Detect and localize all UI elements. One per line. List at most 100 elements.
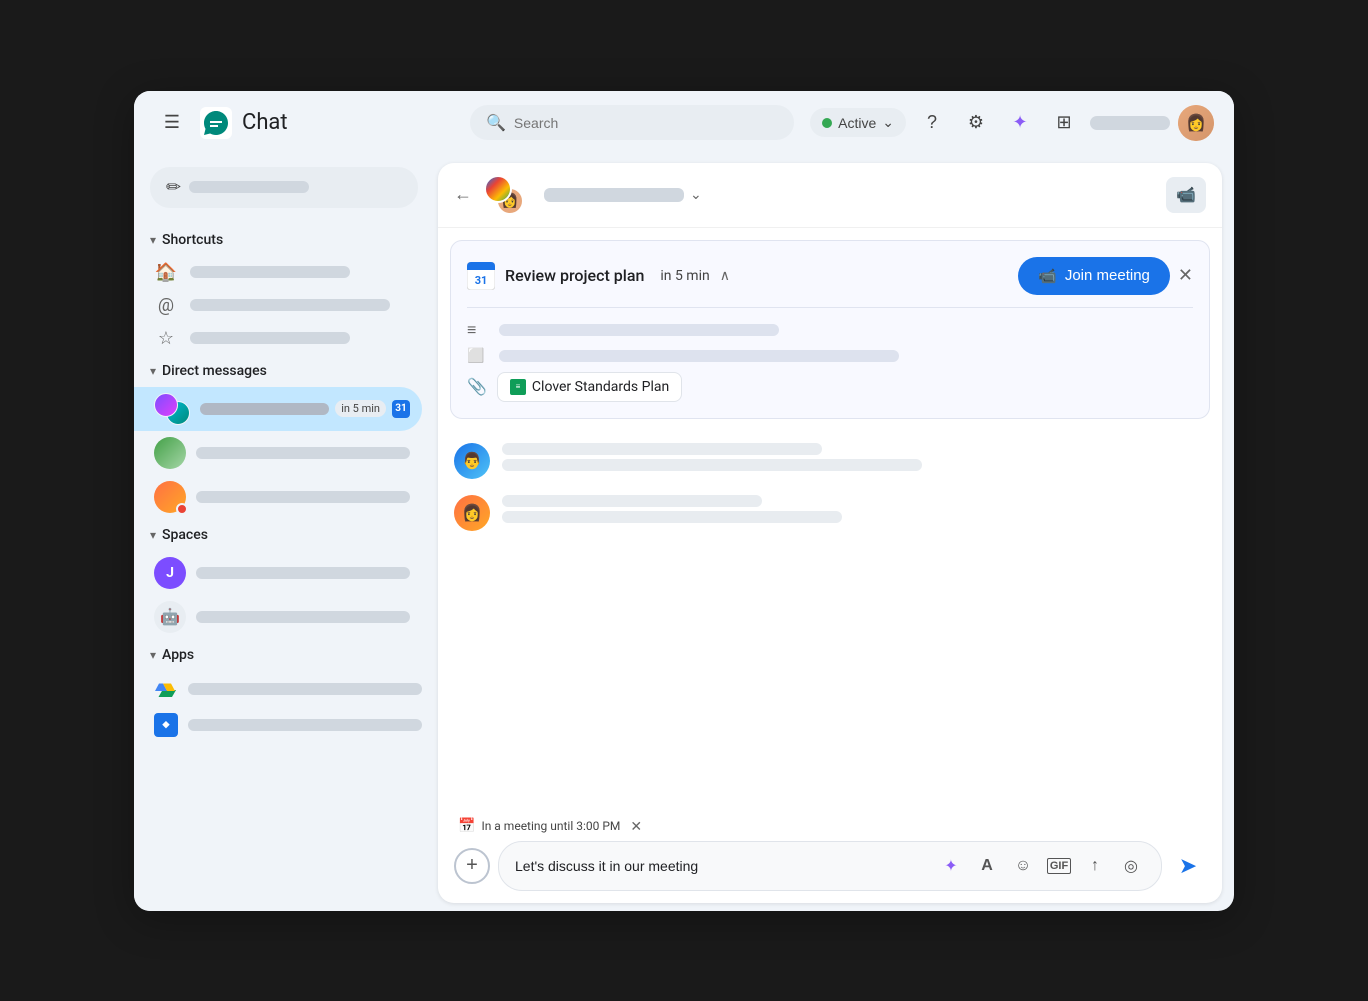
starred-label (190, 332, 350, 344)
meeting-description (499, 324, 779, 336)
sidebar-item-mentions[interactable]: @ (134, 289, 422, 322)
dm-1-calendar-icon: 31 (392, 400, 410, 418)
chat-name (544, 188, 684, 202)
msg-content-1 (502, 443, 1206, 471)
emoji-button[interactable]: ☺ (1009, 852, 1037, 880)
message-input[interactable] (515, 858, 929, 874)
status-button[interactable]: Active ⌄ (810, 108, 906, 137)
video-call-button[interactable]: 📹 (1166, 177, 1206, 213)
apps-chevron: ▾ (150, 648, 156, 662)
meeting-right: 📹 Join meeting ✕ (1018, 257, 1193, 295)
meeting-title: Review project plan (505, 266, 644, 285)
shortcuts-section-header[interactable]: ▾ Shortcuts (134, 224, 434, 256)
help-button[interactable]: ? (914, 105, 950, 141)
msg-line-1-1 (502, 443, 822, 455)
app-window: ☰ Chat 🔍 Active ⌄ (134, 91, 1234, 911)
message-row-1: 👨 (454, 443, 1206, 479)
app-item-meet[interactable]: ◆ (134, 707, 434, 743)
dm-2-name (196, 447, 410, 459)
meeting-banner-close[interactable]: ✕ (1178, 265, 1193, 286)
input-row: + ✦ A ☺ GIF (454, 841, 1206, 891)
menu-icon: ☰ (164, 112, 180, 133)
chat-participants: 👩 (484, 175, 532, 215)
shortcuts-chevron: ▾ (150, 233, 156, 247)
space-bot-avatar: 🤖 (154, 601, 186, 633)
search-input[interactable] (514, 115, 778, 131)
meeting-time: in 5 min (660, 268, 709, 284)
apps-section-header[interactable]: ▾ Apps (134, 639, 434, 671)
apps-grid-button[interactable]: ⊞ (1046, 105, 1082, 141)
app-item-drive[interactable] (134, 671, 434, 707)
chat-area: ← 👩 ⌄ 📹 (438, 163, 1222, 903)
search-icon: 🔍 (486, 113, 506, 132)
new-chat-button[interactable]: ✏ (150, 167, 418, 208)
gemini-input-icon: ✦ (944, 856, 957, 876)
upload-button[interactable]: ↑ (1081, 852, 1109, 880)
home-icon: 🏠 (154, 262, 178, 283)
upload-icon: ↑ (1091, 857, 1099, 875)
meeting-banner-top: 31 Review project plan in 5 min ∧ 📹 Join… (467, 257, 1193, 295)
user-avatar[interactable]: 👩 (1178, 105, 1214, 141)
meeting-status-close[interactable]: ✕ (630, 818, 642, 835)
gemini-button[interactable]: ✦ (1002, 105, 1038, 141)
format-icon: A (981, 857, 993, 875)
more-options-button[interactable]: ◎ (1117, 852, 1145, 880)
attachment-label: Clover Standards Plan (532, 379, 669, 395)
dm-chevron: ▾ (150, 364, 156, 378)
dm-avatar-1a (154, 393, 178, 417)
msg-line-1-2 (502, 459, 922, 471)
dm-item-1[interactable]: in 5 min 31 (134, 387, 422, 431)
calendar-logo: 31 (467, 262, 495, 290)
spaces-section-header[interactable]: ▾ Spaces (134, 519, 434, 551)
add-button[interactable]: + (454, 848, 490, 884)
msg-content-2 (502, 495, 1206, 523)
dm-item-2[interactable] (134, 431, 422, 475)
join-button-label: Join meeting (1065, 267, 1150, 284)
spaces-label: Spaces (162, 527, 208, 543)
dm-1-text: in 5 min 31 (200, 400, 410, 418)
top-bar-left: ☰ Chat (154, 105, 454, 141)
join-meeting-button[interactable]: 📹 Join meeting (1018, 257, 1170, 295)
sidebar-item-starred[interactable]: ☆ (134, 322, 422, 355)
back-button[interactable]: ← (454, 184, 472, 205)
meeting-left: 31 Review project plan in 5 min ∧ (467, 262, 730, 290)
attachment-icon: 📎 (467, 377, 487, 396)
join-video-icon: 📹 (1038, 267, 1057, 285)
spaces-chevron: ▾ (150, 528, 156, 542)
list-icon: ≡ (467, 320, 487, 340)
sidebar-item-home[interactable]: 🏠 (134, 256, 422, 289)
new-chat-icon: ✏ (166, 177, 181, 198)
gif-button[interactable]: GIF (1045, 852, 1073, 880)
dm-1-name (200, 403, 329, 415)
meeting-status-bar: 📅 In a meeting until 3:00 PM ✕ (454, 818, 1206, 835)
meet-label (188, 719, 422, 731)
dm-3-name (196, 491, 410, 503)
format-button[interactable]: A (973, 852, 1001, 880)
search-bar: 🔍 (470, 105, 794, 140)
star-icon: ☆ (154, 328, 178, 349)
spaces-item-2[interactable]: 🤖 (134, 595, 422, 639)
gemini-input-button[interactable]: ✦ (937, 852, 965, 880)
top-bar-right: Active ⌄ ? ⚙ ✦ ⊞ 👩 (810, 105, 1214, 141)
video-icon: 📹 (1176, 185, 1196, 205)
drive-label (188, 683, 422, 695)
attachment-chip[interactable]: ≡ Clover Standards Plan (497, 372, 682, 402)
message-row-2: 👩 (454, 495, 1206, 531)
spaces-item-1[interactable]: J (134, 551, 422, 595)
sidebar: ✏ ▾ Shortcuts 🏠 @ ☆ ▾ (134, 155, 434, 911)
mentions-icon: @ (154, 295, 178, 316)
menu-button[interactable]: ☰ (154, 105, 190, 141)
dm-1-badge: in 5 min (335, 400, 386, 417)
apps-grid-icon: ⊞ (1056, 112, 1071, 133)
settings-button[interactable]: ⚙ (958, 105, 994, 141)
dm-section-header[interactable]: ▾ Direct messages (134, 355, 434, 387)
search-area: 🔍 (470, 105, 794, 140)
chat-name-chevron[interactable]: ⌄ (690, 187, 702, 203)
shortcuts-label: Shortcuts (162, 232, 223, 248)
user-name-pill (1090, 116, 1170, 130)
send-button[interactable]: ➤ (1170, 848, 1206, 884)
chat-name-area: ⌄ (544, 187, 1154, 203)
meeting-expand-icon[interactable]: ∧ (720, 268, 730, 284)
dm-item-3[interactable] (134, 475, 422, 519)
status-dot (822, 118, 832, 128)
